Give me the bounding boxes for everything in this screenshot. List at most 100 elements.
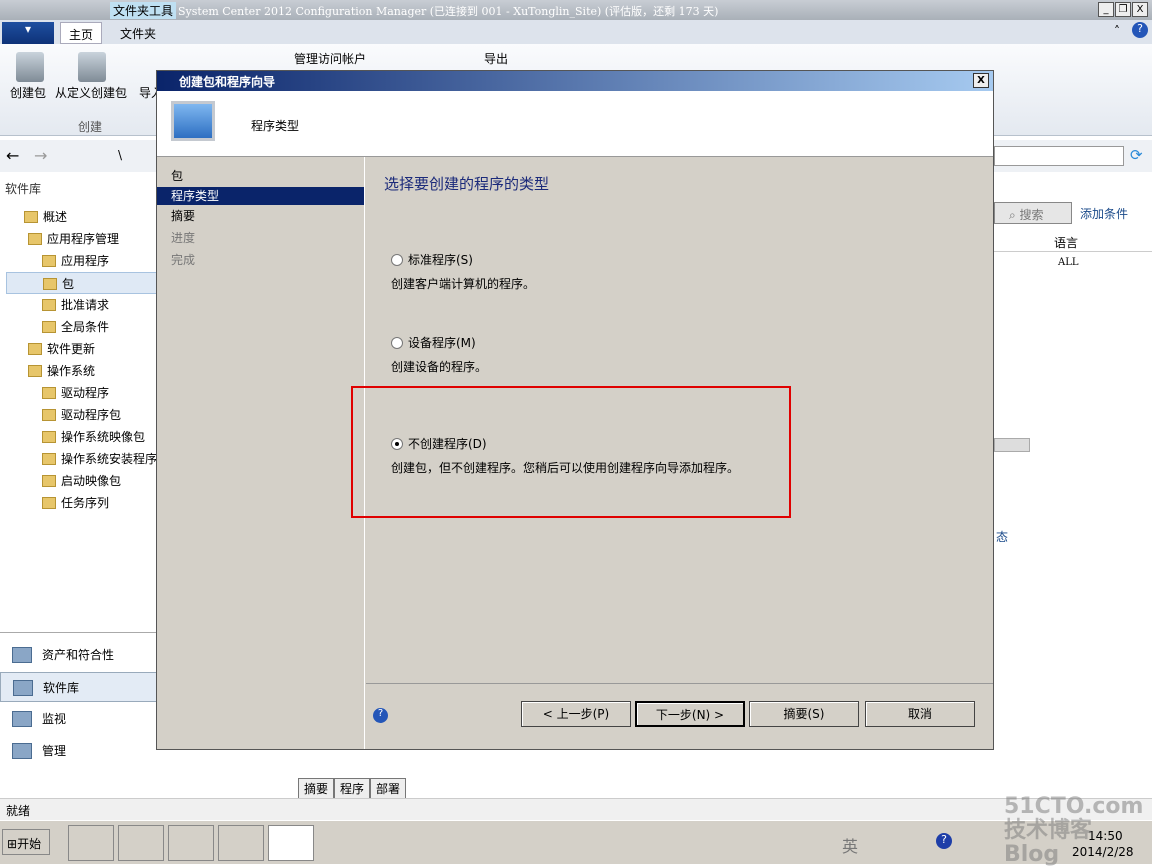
option-standard-program[interactable]: 标准程序(S) 创建客户端计算机的程序。: [391, 251, 535, 292]
horizontal-scrollbar[interactable]: [994, 438, 1030, 452]
workspace-monitoring[interactable]: 监视: [0, 704, 158, 734]
search-button[interactable]: ⌕ 搜索: [994, 202, 1072, 224]
taskbar: ⊞开始 英 ? 14:50 2014/2/28 51CTO.com 技术博客 B…: [0, 795, 1152, 867]
administration-icon: [12, 743, 32, 759]
tab-folder[interactable]: 文件夹: [112, 22, 164, 44]
dialog-help-icon[interactable]: ?: [373, 708, 388, 723]
software-library-icon: [13, 680, 33, 696]
workspace-administration[interactable]: 管理: [0, 736, 158, 766]
minimize-button[interactable]: _: [1098, 2, 1114, 17]
taskbar-powershell[interactable]: [118, 825, 164, 861]
watermark: 51CTO.com 技术博客 Blog: [1004, 794, 1144, 867]
computer-icon: [171, 101, 215, 141]
tree-item-os-installers[interactable]: 操作系统安装程序: [6, 448, 158, 470]
tree-item-packages[interactable]: 包: [6, 272, 158, 294]
tree-item-driver-packages[interactable]: 驱动程序包: [6, 404, 158, 426]
help-tray-icon[interactable]: ?: [936, 833, 952, 849]
tree-item-app-mgmt[interactable]: 应用程序管理: [6, 228, 158, 250]
option-device-program[interactable]: 设备程序(M) 创建设备的程序。: [391, 334, 487, 375]
column-header-language[interactable]: 语言: [1054, 234, 1078, 251]
tree-item-task-sequences[interactable]: 任务序列: [6, 492, 158, 514]
driver-icon: [42, 387, 56, 399]
create-from-definition-button[interactable]: 从定义创建包: [55, 84, 127, 101]
os-installer-icon: [42, 453, 56, 465]
tree-item-boot-images[interactable]: 启动映像包: [6, 470, 158, 492]
monitoring-icon: [12, 711, 32, 727]
step-summary: 摘要: [171, 209, 196, 223]
approval-icon: [42, 299, 56, 311]
application-icon: [42, 255, 56, 267]
driver-package-icon: [42, 409, 56, 421]
folder-icon: [28, 233, 42, 245]
forward-icon[interactable]: →: [34, 146, 47, 165]
back-button[interactable]: < 上一步(P): [521, 701, 631, 727]
back-icon[interactable]: ←: [6, 146, 19, 165]
dialog-header: 程序类型: [157, 91, 993, 157]
help-icon[interactable]: ?: [1132, 22, 1148, 38]
export-button[interactable]: 导出: [484, 50, 508, 67]
tree-item-approval-requests[interactable]: 批准请求: [6, 294, 158, 316]
close-button[interactable]: X: [1132, 2, 1148, 17]
address-path[interactable]: \: [118, 148, 122, 162]
start-button[interactable]: ⊞开始: [2, 829, 50, 855]
dialog-title-bar: 创建包和程序向导 X: [157, 71, 993, 91]
window-title: System Center 2012 Configuration Manager…: [178, 5, 719, 18]
step-program-type: 程序类型: [157, 187, 364, 205]
folder-icon: [28, 343, 42, 355]
wizard-content: 选择要创建的程序的类型 标准程序(S) 创建客户端计算机的程序。 设备程序(M) 创…: [351, 157, 993, 677]
create-from-definition-icon: [78, 52, 106, 82]
tree-item-drivers[interactable]: 驱动程序: [6, 382, 158, 404]
tab-home[interactable]: 主页: [60, 22, 103, 44]
workspace-software-library[interactable]: 软件库: [0, 672, 158, 702]
app-menu-button[interactable]: ▾: [2, 22, 54, 44]
tree-item-overview[interactable]: 概述: [6, 206, 158, 228]
tab-summary[interactable]: 摘要: [298, 778, 335, 799]
highlight-box: [351, 386, 791, 518]
page-heading: 选择要创建的程序的类型: [384, 175, 550, 193]
folder-icon: [24, 211, 38, 223]
dialog-header-title: 程序类型: [251, 119, 300, 133]
ime-language-indicator[interactable]: 英: [842, 833, 858, 857]
step-package: 包: [171, 169, 184, 183]
tree-item-operating-systems[interactable]: 操作系统: [6, 360, 158, 382]
task-sequence-icon: [42, 497, 56, 509]
navigation-pane: 软件库 概述 应用程序管理 应用程序 包 批准请求 全局条件 软件更新 操作系统…: [0, 172, 158, 796]
radio-standard[interactable]: [391, 254, 403, 266]
title-bar: 文件夹工具 System Center 2012 Configuration M…: [0, 0, 1152, 20]
tree-item-global-conditions[interactable]: 全局条件: [6, 316, 158, 338]
summary-button[interactable]: 摘要(S): [749, 701, 859, 727]
os-image-icon: [42, 431, 56, 443]
condition-icon: [42, 321, 56, 333]
tab-programs[interactable]: 程序: [334, 778, 371, 799]
taskbar-explorer[interactable]: [168, 825, 214, 861]
cancel-button[interactable]: 取消: [865, 701, 975, 727]
taskbar-config-manager[interactable]: [268, 825, 314, 861]
status-link[interactable]: 态: [996, 528, 1008, 545]
tree-item-os-images[interactable]: 操作系统映像包: [6, 426, 158, 448]
dialog-close-button[interactable]: X: [973, 73, 989, 88]
refresh-icon[interactable]: ⟳: [1130, 146, 1143, 164]
tree-item-software-updates[interactable]: 软件更新: [6, 338, 158, 360]
wizard-steps: 包 程序类型 摘要 进度 完成: [157, 157, 365, 749]
next-button[interactable]: 下一步(N) >: [635, 701, 745, 727]
restore-button[interactable]: ❐: [1115, 2, 1131, 17]
dialog-title: 创建包和程序向导: [179, 75, 276, 89]
taskbar-server-manager[interactable]: [68, 825, 114, 861]
add-criteria-button[interactable]: 添加条件: [1080, 205, 1128, 222]
cell-language: ALL: [1058, 257, 1079, 268]
create-package-button[interactable]: 创建包: [10, 84, 46, 101]
create-package-icon: [16, 52, 44, 82]
address-dropdown[interactable]: [994, 146, 1124, 166]
manage-accounts-button[interactable]: 管理访问帐户: [294, 50, 366, 67]
collapse-ribbon-icon[interactable]: ˄: [1114, 24, 1120, 38]
tab-deployments[interactable]: 部署: [370, 778, 407, 799]
group-create-label: 创建: [78, 120, 103, 134]
boot-image-icon: [42, 475, 56, 487]
radio-device[interactable]: [391, 337, 403, 349]
ribbon-tabs: ▾ 主页 文件夹 ˄ ?: [0, 20, 1152, 44]
taskbar-ie[interactable]: [218, 825, 264, 861]
tree-item-applications[interactable]: 应用程序: [6, 250, 158, 272]
assets-icon: [12, 647, 32, 663]
workspace-assets[interactable]: 资产和符合性: [0, 640, 158, 670]
wizard-dialog: 创建包和程序向导 X 程序类型 包 程序类型 摘要 进度 完成 选择要创建的程序…: [156, 70, 994, 750]
